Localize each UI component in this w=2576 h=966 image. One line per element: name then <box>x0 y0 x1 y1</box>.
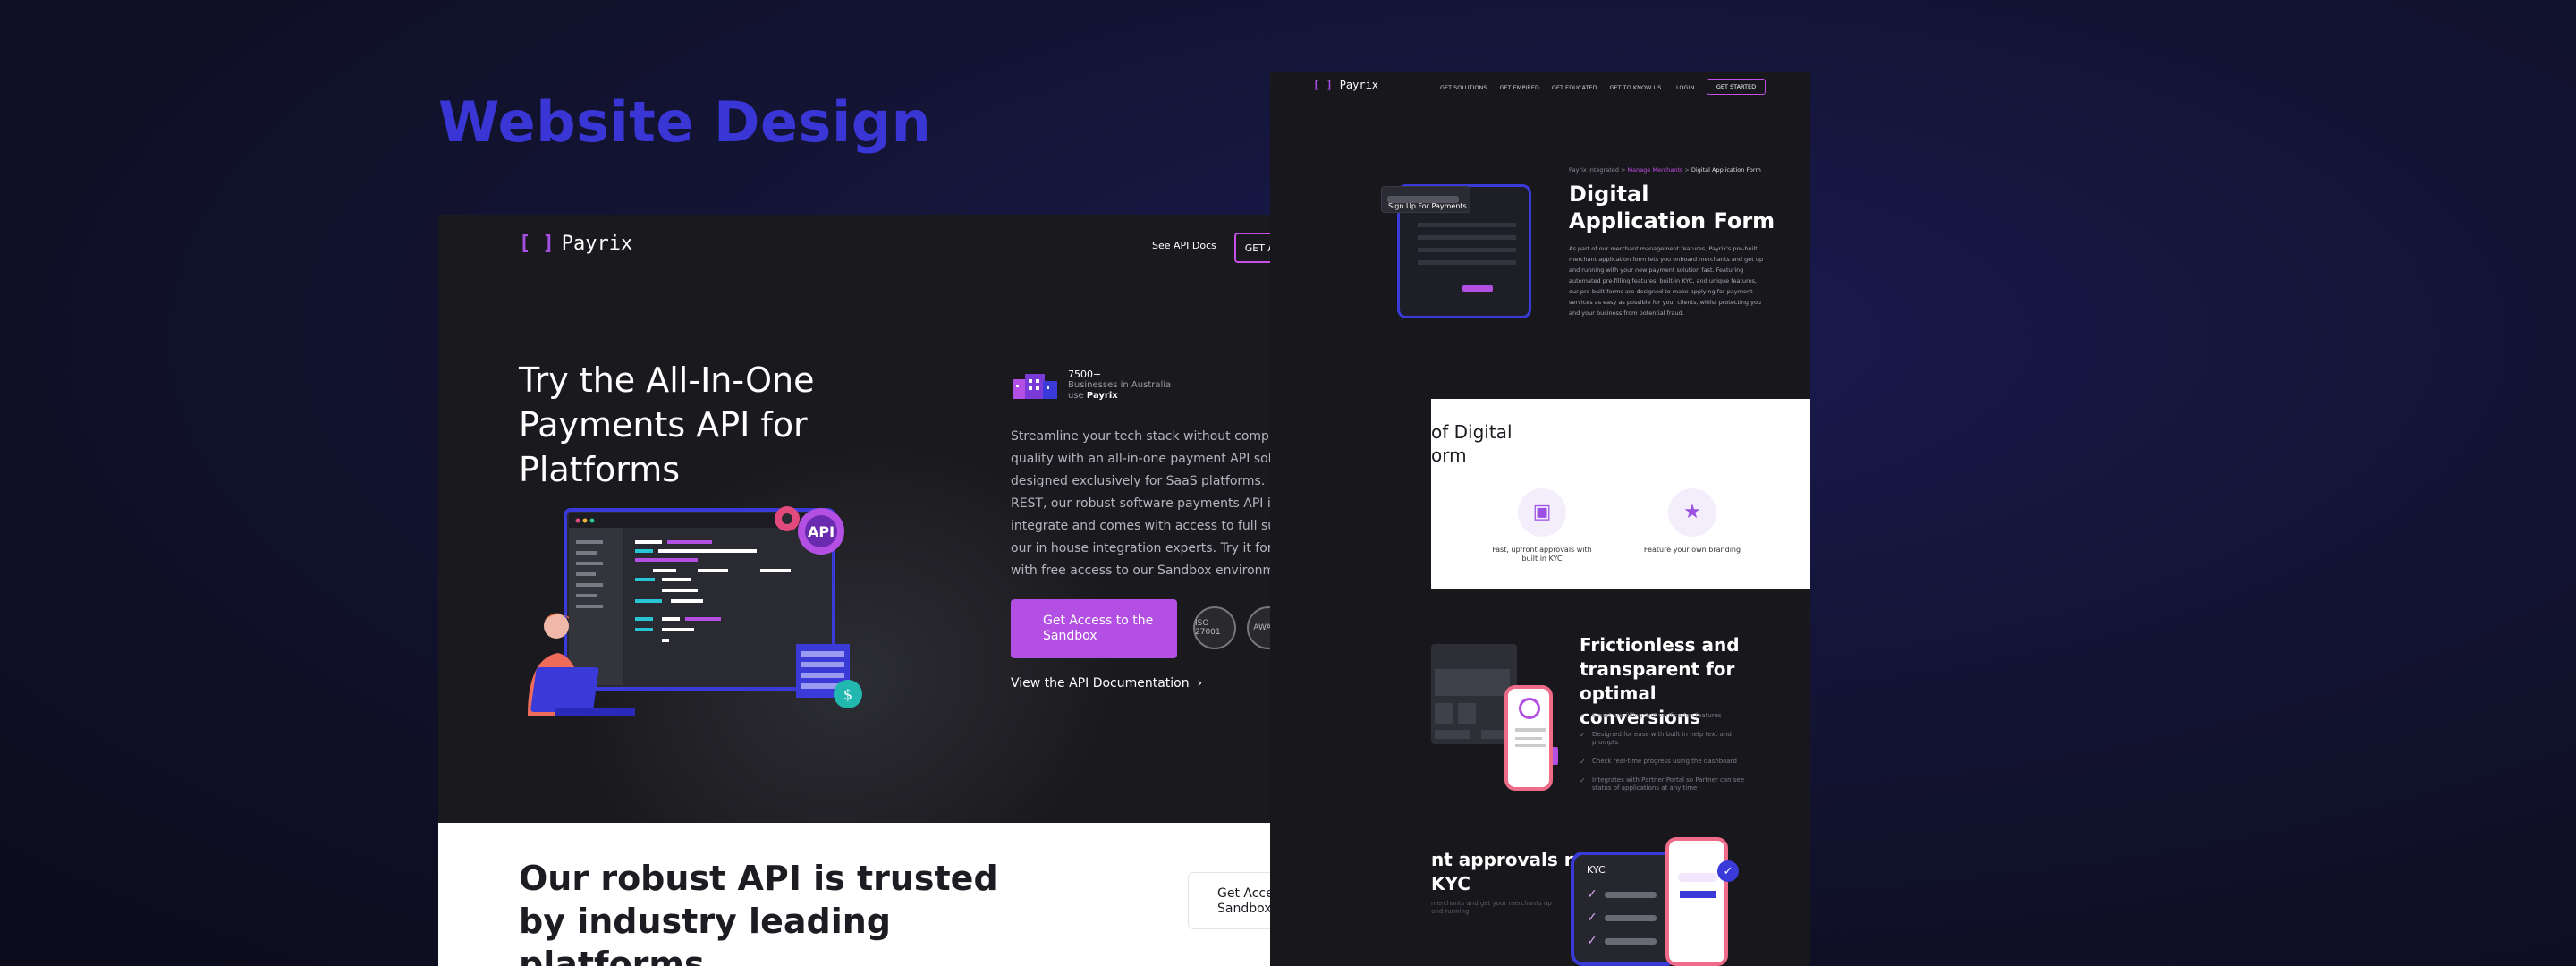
right-logo-text: Payrix <box>1339 79 1379 91</box>
developer-illustration: API $ <box>528 506 862 716</box>
certification-badge-icon: ISO 27001 <box>1193 606 1236 649</box>
phone-bar <box>1680 891 1716 898</box>
list-item: Integrates with Partner Portal so Partne… <box>1580 776 1758 792</box>
feature-branding: ★ Feature your own branding <box>1639 488 1746 555</box>
form-line <box>1418 223 1516 227</box>
phone-progress-illustration <box>1504 685 1553 791</box>
kyc-label: KYC <box>1587 864 1606 876</box>
benefits-title-line: orm <box>1431 445 1467 466</box>
verified-check-icon: ✓ <box>1717 860 1739 882</box>
feature-label: Feature your own branding <box>1643 546 1741 554</box>
phone-line <box>1515 728 1546 732</box>
right-nav: GET SOLUTIONS GET EMPIRED GET EDUCATED G… <box>1440 84 1661 91</box>
nav-item-solutions[interactable]: GET SOLUTIONS <box>1440 84 1487 91</box>
id-card-icon: ▣ <box>1518 488 1566 537</box>
phone-line <box>1515 737 1542 740</box>
showcase-title: Website Design <box>438 89 932 155</box>
phone-pill <box>1678 873 1717 882</box>
logo-text: Payrix <box>561 233 633 255</box>
check-icon: ✓ <box>1587 934 1597 948</box>
feature-kyc: ▣ Fast, upfront approvals with built in … <box>1488 488 1596 564</box>
benefits-title-line: of Digital <box>1431 421 1513 443</box>
breadcrumb-item[interactable]: Manage Merchants <box>1628 166 1683 174</box>
kyc-bar <box>1604 891 1657 898</box>
progress-ring <box>1519 698 1540 719</box>
breadcrumb-current: Digital Application Form <box>1690 166 1761 174</box>
breadcrumb-item[interactable]: Payrix Integrated <box>1569 166 1619 174</box>
right-hero-description: As part of our merchant management featu… <box>1569 245 1764 317</box>
kyc-bar <box>1604 937 1657 945</box>
form-title: Sign Up For Payments <box>1388 202 1467 210</box>
form-line <box>1418 235 1516 240</box>
check-icon: ✓ <box>1587 887 1597 902</box>
kyc-card-illustration: KYC ✓ ✓ ✓ <box>1571 852 1678 966</box>
conversions-list: Smart pre-filling and verification featu… <box>1580 712 1758 803</box>
kyc-bar <box>1604 914 1657 921</box>
payrix-logo[interactable]: [ ] Payrix <box>519 233 632 255</box>
svg-text:$: $ <box>843 686 852 703</box>
nav-item-empired[interactable]: GET EMPIRED <box>1499 84 1538 91</box>
login-link[interactable]: LOGIN <box>1676 84 1694 91</box>
see-api-docs-link[interactable]: See API Docs <box>1152 240 1216 251</box>
get-started-button[interactable]: GET STARTED <box>1707 79 1766 95</box>
business-stat: 7500+ Businesses in Australia use Payrix <box>1011 369 1171 402</box>
right-logo-brackets: [ ] <box>1313 79 1333 91</box>
list-item: Smart pre-filling and verification featu… <box>1580 712 1758 720</box>
api-gear-label: API <box>808 523 835 540</box>
benefits-section: of Digital orm ▣ Fast, upfront approvals… <box>1431 399 1810 589</box>
stat-brand: Payrix <box>1086 391 1118 401</box>
form-line <box>1418 248 1516 252</box>
stat-text-line1: Businesses in Australia <box>1068 380 1172 390</box>
hero-title: Try the All-In-One Payments API for Plat… <box>519 360 815 489</box>
kyc-row: ✓ <box>1587 934 1657 948</box>
get-sandbox-access-button[interactable]: Get Access to the Sandbox <box>1011 599 1177 658</box>
list-item: Designed for ease with built in help tex… <box>1580 731 1758 747</box>
view-api-docs-link[interactable]: View the API Documentation › <box>1011 676 1202 691</box>
dashboard-panel <box>1435 703 1453 724</box>
feature-label: Fast, upfront approvals with built in KY… <box>1492 546 1592 563</box>
nav-item-educated[interactable]: GET EDUCATED <box>1552 84 1597 91</box>
stat-number: 7500+ <box>1068 369 1102 380</box>
breadcrumb-separator: > <box>1620 166 1626 174</box>
right-payrix-logo[interactable]: [ ] Payrix <box>1313 79 1378 91</box>
dashboard-panel <box>1435 730 1470 739</box>
list-item: Check real-time progress using the dashb… <box>1580 758 1758 766</box>
trusted-title: Our robust API is trusted by industry le… <box>519 859 998 966</box>
dashboard-panel <box>1435 669 1510 696</box>
form-line <box>1418 260 1516 265</box>
phone-kyc-illustration <box>1665 837 1728 966</box>
docs-link-label: View the API Documentation <box>1011 676 1190 691</box>
right-hero-title: Digital Application Form <box>1569 182 1775 233</box>
kyc-row: ✓ <box>1587 887 1657 902</box>
right-mockup: [ ] Payrix GET SOLUTIONS GET EMPIRED GET… <box>1270 72 1810 966</box>
star-badge-icon: ★ <box>1668 488 1716 537</box>
breadcrumb: Payrix Integrated > Manage Merchants > D… <box>1569 166 1761 174</box>
nav-item-know-us[interactable]: GET TO KNOW US <box>1609 84 1661 91</box>
kyc-row: ✓ <box>1587 911 1657 925</box>
stat-text-prefix: use <box>1068 391 1084 401</box>
logo-brackets: [ ] <box>519 233 555 255</box>
form-submit-bar <box>1462 285 1493 292</box>
kyc-section-body: merchants and get your merchants up and … <box>1431 900 1552 915</box>
chevron-right-icon: › <box>1193 676 1203 691</box>
breadcrumb-separator: > <box>1684 166 1690 174</box>
buildings-icon <box>1013 374 1057 399</box>
phone-line <box>1515 744 1546 747</box>
check-icon: ✓ <box>1587 911 1597 925</box>
dashboard-panel <box>1458 703 1476 724</box>
benefits-title: of Digital orm <box>1431 420 1513 467</box>
